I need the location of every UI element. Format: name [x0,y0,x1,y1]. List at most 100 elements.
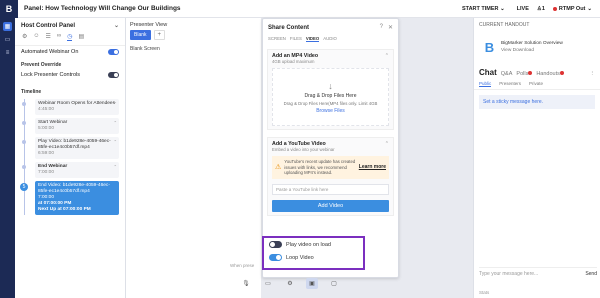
chevron-up-icon[interactable]: ⌃ [385,141,389,147]
chat-input[interactable]: Type your message here... Send [479,267,597,277]
lock-controls-label: Lock Presenter Controls [21,72,80,78]
document-icon[interactable]: ▤ [78,33,84,41]
chevron-up-icon[interactable]: ⌃ [114,164,117,170]
handout-title: BigMarker Solution Overview [501,41,563,46]
sticky-message-input[interactable]: Set a sticky message here. [479,95,595,109]
mp4-section: Add an MP4 Video 4GB upload maximum ⌃ ↓ … [267,49,394,130]
microphone-icon[interactable]: 🎙 [240,278,252,289]
clock-icon[interactable]: ◷ [67,33,73,41]
link-icon[interactable]: ∞ [57,33,61,41]
loop-video-toggle[interactable] [269,254,282,261]
timeline-item-current[interactable]: 5 End Video: b1de928e-4059-46ec-85fe-ec1… [20,181,119,215]
timeline-item[interactable]: End Webinar 7:00:00 ⌃ [22,162,119,178]
start-timer-button[interactable]: START TIMER ⌄ [458,4,509,14]
chevron-down-icon: ⌄ [500,5,505,12]
youtube-link-input[interactable]: Paste a YouTube link here [272,183,389,195]
grid-icon[interactable]: ▦ [3,22,12,31]
video-options-highlight: Play video on load Loop Video [262,236,365,270]
close-icon[interactable]: ✕ [388,24,393,31]
settings-icon[interactable]: ⚙ [284,278,296,289]
timeline-item[interactable]: Webinar Room Opens for Attendees 4:45:00… [22,99,119,115]
presenter-view: Presenter View Blank + Blank Screen When… [126,18,261,298]
chevron-up-icon[interactable]: ⌃ [114,139,117,145]
chevron-up-icon[interactable]: ⌃ [385,53,389,59]
add-scene-button[interactable]: + [153,30,166,40]
camera-icon[interactable]: ▭ [262,278,274,289]
tab-handouts[interactable]: Handouts [536,71,564,77]
learn-more-link[interactable]: Learn more [359,164,386,170]
youtube-warning: ⚠ YouTube's recent update has created is… [272,156,389,179]
polls-label: Polls [516,71,529,77]
add-video-button[interactable]: Add Video [272,199,389,212]
presenter-view-title: Presenter View [130,22,168,28]
tab-video[interactable]: VIDEO [305,36,320,42]
tab-chat[interactable]: Chat [479,68,497,77]
notification-dot [559,71,564,75]
tab-audio[interactable]: AUDIO [323,36,337,42]
screen-icon[interactable]: ▢ [328,278,340,289]
viewer-count: ♙1 [537,6,545,12]
handout-logo-icon: B [484,39,495,55]
timeline-item[interactable]: Start Webinar 5:00:00 ⌃ [22,118,119,134]
chat-placeholder: Type your message here... [479,270,539,277]
drop-zone[interactable]: ↓ Drag & Drop Files Here Drag & Drop Fil… [272,68,389,126]
people-icon[interactable]: ☺ [33,33,39,41]
share-content-icon[interactable]: ▣ [306,278,318,289]
app-logo[interactable]: B [0,0,18,18]
record-dot-icon [552,6,557,11]
send-button[interactable]: Send [585,271,597,277]
live-badge: LIVE [516,5,529,12]
left-rail: ▦ ▭ ≡ [0,18,15,298]
timeline-item-time: 7:00:00 [38,170,55,175]
event-title: Panel: How Technology Will Change Our Bu… [24,5,181,12]
tab-public[interactable]: Public [479,81,492,87]
loop-video-option[interactable]: Loop Video [264,251,363,264]
tab-screen[interactable]: SCREEN [268,36,286,42]
tab-polls[interactable]: Polls [516,71,533,77]
help-icon[interactable]: ? [380,24,383,31]
drop-title: Drag & Drop Files Here [304,92,357,99]
settings-icon[interactable]: ⚙ [22,33,27,41]
collapse-icon[interactable]: ⌄ [114,22,119,29]
timeline-item[interactable]: Play Video: b1de928e-4059-46ec-85fe-ec1e… [22,137,119,159]
sliders-icon[interactable]: ≡ [3,48,12,57]
play-on-load-option[interactable]: Play video on load [264,238,363,251]
view-link[interactable]: View [501,48,511,53]
blank-screen-item[interactable]: Blank Screen [126,40,261,58]
download-link[interactable]: Download [513,48,534,53]
handout-card[interactable]: B BigMarker Solution Overview View Downl… [479,32,595,62]
play-on-load-toggle[interactable] [269,241,282,248]
timeline-dot [22,165,26,169]
browse-files-link[interactable]: Browse Files [316,108,345,114]
notification-dot [528,71,533,75]
automated-webinar-toggle[interactable] [108,49,119,55]
tab-qa[interactable]: Q&A [501,71,513,77]
timeline-item-time: 5:00:00 [38,126,55,131]
timeline-line [24,99,25,215]
chat-icon[interactable]: ▭ [3,35,12,44]
stats-footer: Stats [479,290,490,295]
timeline-item-label: End Video: b1de928e-4059-46ec-85fe-ec1e4… [38,183,110,194]
tab-presenters[interactable]: Presenters [499,81,521,87]
timeline-item-label: Play Video: b1de928e-4059-46ec-85fe-ec1e… [38,139,111,150]
current-handout-heading: CURRENT HANDOUT [479,22,530,28]
youtube-section: Add a YouTube Video Embed a video into y… [267,137,394,216]
start-timer-label: START TIMER [461,5,499,12]
rtmp-label: RTMP Out [558,5,586,12]
chevron-up-icon[interactable]: ⌃ [114,101,117,107]
more-icon[interactable]: ⋮ [590,71,596,77]
rtmp-out-button[interactable]: RTMP Out ⌄ [552,5,592,12]
timeline-dot [22,121,26,125]
blank-tab[interactable]: Blank [130,30,151,40]
tab-files[interactable]: FILES [290,36,302,42]
mp4-subtitle: 4GB upload maximum [272,59,315,64]
lock-controls-toggle[interactable] [108,72,119,78]
list-icon[interactable]: ☰ [46,33,51,41]
chevron-up-icon[interactable]: ⌃ [114,120,117,126]
drop-subtitle: Drag & Drop Files Here(MP4 files only. L… [283,100,378,106]
tab-private[interactable]: Private [529,81,543,87]
current-step-number: 5 [20,183,28,191]
timeline-heading: Timeline [21,89,42,95]
loop-video-label: Loop Video [286,254,314,261]
timeline-item-time: 6:59:00 [38,151,55,156]
